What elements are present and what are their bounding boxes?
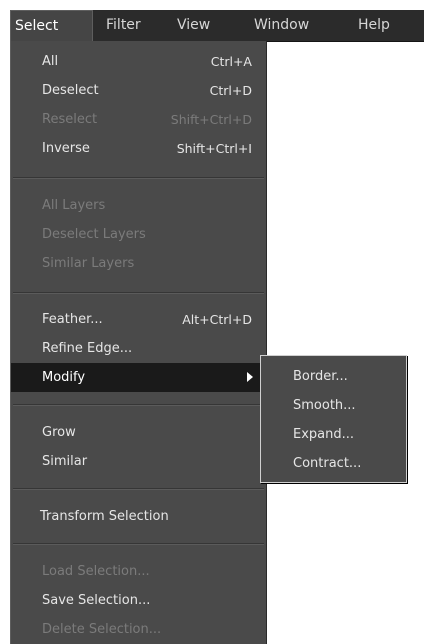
menu-item-modify[interactable]: Modify: [11, 363, 266, 392]
menu-item-grow[interactable]: Grow: [11, 418, 266, 447]
submenu-item-border[interactable]: Border...: [261, 362, 406, 391]
menu-item-shortcut: Shift+Ctrl+D: [170, 112, 252, 127]
menu-item-label: Reselect: [42, 112, 98, 127]
menu-item-label: Similar Layers: [42, 256, 135, 271]
submenu-item-expand[interactable]: Expand...: [261, 420, 406, 449]
menu-item-label: All Layers: [42, 198, 106, 213]
menu-item-refine-edge[interactable]: Refine Edge...: [11, 334, 266, 363]
menu-separator: [13, 488, 264, 490]
menu-separator: [13, 177, 264, 179]
menu-item-label: Similar: [42, 454, 88, 469]
menu-item-reselect[interactable]: Reselect Shift+Ctrl+D: [11, 105, 266, 134]
menu-item-label: Transform Selection: [40, 509, 169, 524]
menu-item-label: Delete Selection...: [42, 622, 162, 637]
menu-item-label: Deselect: [42, 83, 99, 98]
select-menu-dropdown: All Ctrl+A Deselect Ctrl+D Reselect Shif…: [10, 41, 267, 644]
menu-item-shortcut: Ctrl+D: [209, 83, 252, 98]
menu-item-label: Deselect Layers: [42, 227, 146, 242]
menu-item-label: Refine Edge...: [42, 341, 133, 356]
menu-item-shortcut: Alt+Ctrl+D: [182, 312, 252, 327]
menu-item-feather[interactable]: Feather... Alt+Ctrl+D: [11, 305, 266, 334]
modify-submenu: Border... Smooth... Expand... Contract..…: [260, 355, 407, 483]
menu-item-transform-selection[interactable]: Transform Selection: [11, 502, 266, 531]
menu-separator: [13, 292, 264, 294]
menu-item-label: Inverse: [42, 141, 90, 156]
menu-bar: Select Filter View Window Help: [10, 10, 424, 42]
menu-item-label: Feather...: [42, 312, 103, 327]
submenu-item-label: Border...: [293, 369, 348, 384]
menu-item-delete-selection[interactable]: Delete Selection...: [11, 615, 266, 644]
menu-item-deselect[interactable]: Deselect Ctrl+D: [11, 76, 266, 105]
submenu-item-label: Contract...: [293, 456, 362, 471]
menu-item-load-selection[interactable]: Load Selection...: [11, 557, 266, 586]
menu-item-similar[interactable]: Similar: [11, 447, 266, 476]
menu-separator: [13, 404, 264, 406]
menu-item-save-selection[interactable]: Save Selection...: [11, 586, 266, 615]
menu-item-inverse[interactable]: Inverse Shift+Ctrl+I: [11, 134, 266, 163]
menu-separator: [13, 543, 264, 545]
menu-help[interactable]: Help: [358, 10, 390, 41]
app-window: Select Filter View Window Help All Ctrl+…: [0, 0, 424, 644]
menu-item-label: All: [42, 54, 59, 69]
menu-window[interactable]: Window: [254, 10, 309, 41]
menu-select[interactable]: Select: [10, 10, 93, 41]
menu-item-label: Load Selection...: [42, 564, 150, 579]
submenu-item-label: Expand...: [293, 427, 355, 442]
menu-item-shortcut: Ctrl+A: [210, 54, 252, 69]
submenu-arrow-icon: [247, 372, 253, 382]
menu-item-deselect-layers[interactable]: Deselect Layers: [11, 220, 266, 249]
submenu-item-label: Smooth...: [293, 398, 356, 413]
menu-item-similar-layers[interactable]: Similar Layers: [11, 249, 266, 278]
submenu-item-contract[interactable]: Contract...: [261, 449, 406, 478]
menu-item-label: Save Selection...: [42, 593, 151, 608]
submenu-item-smooth[interactable]: Smooth...: [261, 391, 406, 420]
menu-item-all[interactable]: All Ctrl+A: [11, 47, 266, 76]
menu-view[interactable]: View: [177, 10, 210, 41]
menu-item-label: Modify: [42, 370, 86, 385]
menu-item-label: Grow: [42, 425, 76, 440]
menu-item-all-layers[interactable]: All Layers: [11, 191, 266, 220]
menu-filter[interactable]: Filter: [106, 10, 141, 41]
menu-item-shortcut: Shift+Ctrl+I: [176, 141, 252, 156]
